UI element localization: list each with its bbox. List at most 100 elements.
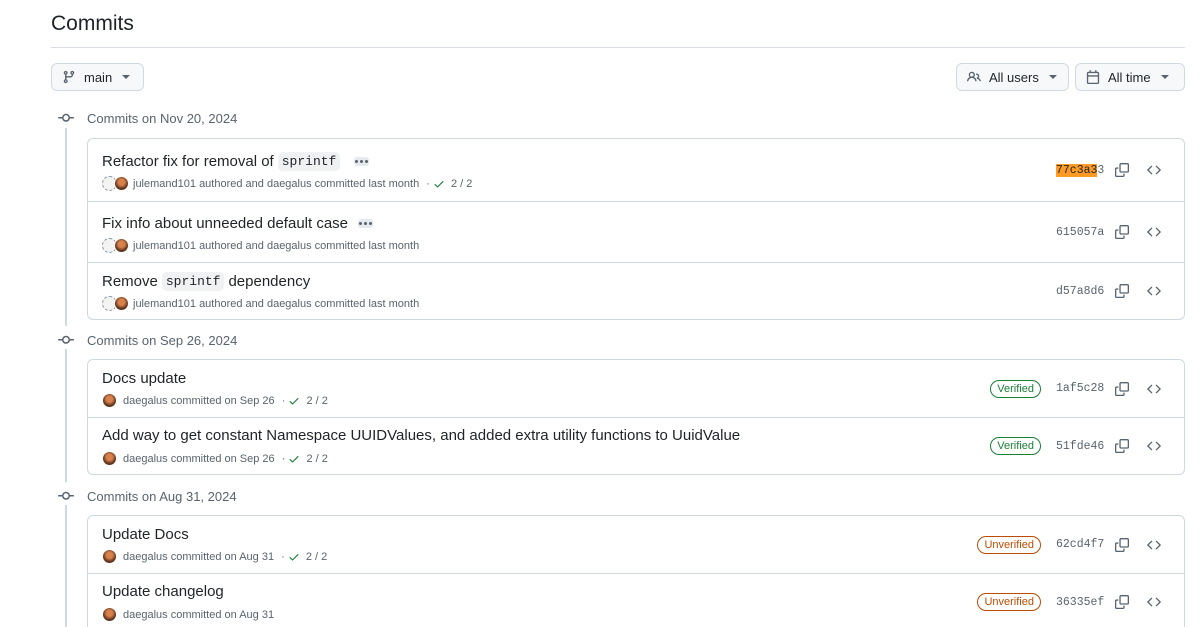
branch-selector-label: main [84, 69, 113, 85]
commit-meta: committed on Sep 26 [170, 394, 275, 407]
commit-meta: authored and daegalus committed last mon… [199, 297, 420, 310]
check-status[interactable]: · 2 / 2 [423, 178, 472, 190]
check-icon [288, 453, 300, 465]
avatar[interactable] [114, 296, 129, 311]
avatar[interactable] [102, 451, 117, 466]
check-status[interactable]: · 2 / 2 [278, 551, 327, 563]
copy-icon [1115, 538, 1129, 552]
copy-sha-button[interactable] [1106, 595, 1138, 609]
code-icon [1147, 538, 1161, 552]
commit-sha[interactable]: 615057a [1056, 226, 1106, 239]
ellipsis-icon[interactable] [354, 157, 370, 166]
code-icon [1147, 163, 1161, 177]
commit-author[interactable]: daegalus [123, 395, 168, 407]
git-commit-icon [58, 332, 74, 348]
avatar[interactable] [102, 607, 117, 622]
copy-icon [1115, 284, 1129, 298]
commit-row[interactable]: Fix info about unneeded default case jul… [88, 201, 1184, 262]
commit-title[interactable]: Docs update [102, 370, 186, 387]
git-commit-icon [58, 110, 74, 126]
branch-selector-button[interactable]: main [51, 63, 144, 91]
commit-author[interactable]: daegalus [123, 453, 168, 465]
commit-group-header: Commits on Aug 31, 2024 [57, 488, 237, 504]
commit-row[interactable]: Update Docs daegalus committed on Aug 31… [88, 516, 1184, 573]
code-icon [1147, 284, 1161, 298]
commit-sha[interactable]: 51fde46 [1056, 440, 1106, 453]
browse-code-button[interactable] [1138, 225, 1170, 239]
commit-sha[interactable]: 62cd4f7 [1056, 538, 1106, 551]
commit-title[interactable]: Update Docs [102, 526, 189, 543]
chevron-down-icon [1048, 75, 1057, 79]
browse-code-button[interactable] [1138, 538, 1170, 552]
browse-code-button[interactable] [1138, 382, 1170, 396]
users-filter-button[interactable]: All users [956, 63, 1069, 91]
check-icon [288, 395, 300, 407]
copy-sha-button[interactable] [1106, 225, 1138, 239]
browse-code-button[interactable] [1138, 595, 1170, 609]
commit-title[interactable]: Refactor fix for removal of [102, 153, 274, 170]
commit-sha[interactable]: 1af5c28 [1056, 382, 1106, 395]
copy-icon [1115, 382, 1129, 396]
commit-sha[interactable]: 77c3a33 [1056, 163, 1106, 177]
commit-group-date: Commits on Sep 26, 2024 [87, 332, 238, 348]
avatar[interactable] [114, 238, 129, 253]
git-branch-icon [63, 70, 75, 84]
ellipsis-icon[interactable] [358, 219, 374, 228]
commit-title-suffix[interactable]: dependency [228, 273, 310, 290]
chevron-down-icon [1160, 75, 1169, 79]
commit-sha[interactable]: d57a8d6 [1056, 285, 1106, 298]
verified-badge[interactable]: Verified [990, 437, 1041, 455]
avatar[interactable] [102, 393, 117, 408]
commit-group-date: Commits on Aug 31, 2024 [87, 488, 237, 504]
commit-author[interactable]: julemand101 [133, 240, 196, 252]
commit-author[interactable]: daegalus [123, 551, 168, 563]
commit-title[interactable]: Update changelog [102, 583, 224, 600]
commit-row[interactable]: Docs update daegalus committed on Sep 26… [88, 360, 1184, 417]
commit-row[interactable]: Add way to get constant Namespace UUIDVa… [88, 417, 1184, 474]
commit-title[interactable]: Remove [102, 273, 158, 290]
copy-icon [1115, 163, 1129, 177]
commit-author[interactable]: julemand101 [133, 178, 196, 190]
check-status[interactable]: · 2 / 2 [279, 395, 328, 407]
git-commit-icon [58, 488, 74, 504]
commit-meta: committed on Aug 31 [170, 608, 275, 621]
commit-author[interactable]: julemand101 [133, 298, 196, 310]
avatar[interactable] [102, 549, 117, 564]
verified-badge[interactable]: Verified [990, 379, 1041, 398]
code-icon [1147, 595, 1161, 609]
timeline-line [65, 505, 67, 627]
people-icon [967, 71, 981, 82]
commit-row[interactable]: Update changelog daegalus committed on A… [88, 573, 1184, 627]
copy-icon [1115, 595, 1129, 609]
chevron-down-icon [122, 75, 131, 79]
code-icon [1147, 225, 1161, 239]
copy-sha-button[interactable] [1106, 439, 1138, 453]
check-status-count: 2 / 2 [306, 394, 328, 407]
copy-icon [1115, 225, 1129, 239]
check-icon [433, 178, 445, 190]
commit-row[interactable]: Remove sprintf dependency julemand101 au… [88, 262, 1184, 319]
avatar[interactable] [114, 176, 129, 191]
commit-row[interactable]: Refactor fix for removal of sprintf jule… [88, 139, 1184, 201]
commit-title-code[interactable]: sprintf [161, 272, 225, 291]
browse-code-button[interactable] [1138, 439, 1170, 453]
browse-code-button[interactable] [1138, 284, 1170, 298]
copy-sha-button[interactable] [1106, 382, 1138, 396]
unverified-badge[interactable]: Unverified [977, 535, 1041, 554]
browse-code-button[interactable] [1138, 163, 1170, 177]
check-status[interactable]: · 2 / 2 [279, 453, 328, 465]
check-status-count: 2 / 2 [450, 177, 473, 190]
commit-sha[interactable]: 36335ef [1056, 596, 1106, 609]
copy-sha-button[interactable] [1106, 163, 1138, 177]
time-filter-button[interactable]: All time [1075, 63, 1185, 91]
copy-sha-button[interactable] [1106, 538, 1138, 552]
title-divider [51, 47, 1185, 48]
commit-title[interactable]: Add way to get constant Namespace UUIDVa… [102, 427, 740, 444]
commit-title[interactable]: Fix info about unneeded default case [102, 215, 348, 232]
commit-title-code[interactable]: sprintf [277, 152, 341, 171]
check-status-count: 2 / 2 [306, 452, 328, 465]
unverified-badge[interactable]: Unverified [977, 593, 1041, 611]
commit-author[interactable]: daegalus [123, 609, 168, 621]
code-icon [1147, 439, 1161, 453]
copy-sha-button[interactable] [1106, 284, 1138, 298]
